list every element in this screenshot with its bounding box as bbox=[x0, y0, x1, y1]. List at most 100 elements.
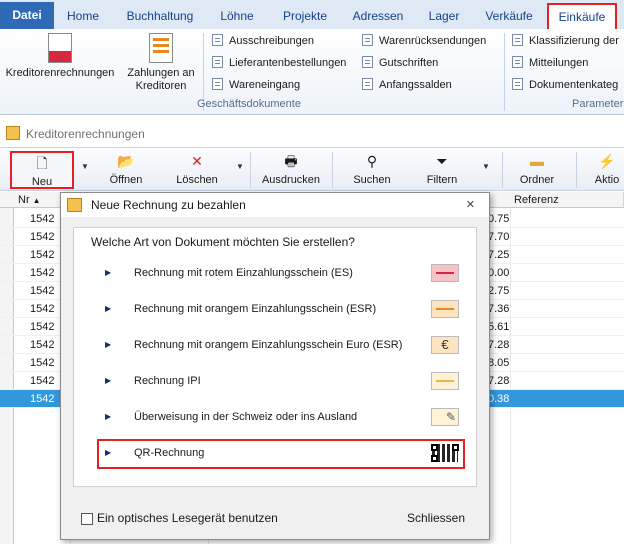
arrow-right-icon: ▶ bbox=[105, 304, 112, 313]
tab-einkaeufe[interactable]: Einkäufe bbox=[547, 3, 617, 31]
row-nr: 1542 bbox=[30, 303, 55, 315]
option-transfer[interactable]: ▶ Überweisung in der Schweiz oder ins Au… bbox=[97, 403, 465, 433]
print-button[interactable]: 🖶 Ausdrucken bbox=[258, 151, 324, 189]
row-amount: 2.75 bbox=[488, 285, 510, 297]
mitteilungen-button[interactable]: Mitteilungen bbox=[512, 53, 588, 73]
option-euro-slip[interactable]: ▶ Rechnung mit orangem Einzahlungsschein… bbox=[97, 331, 465, 361]
dokumentenkategorien-button[interactable]: Dokumentenkateg bbox=[512, 75, 618, 95]
filter-button[interactable]: ⏷ Filtern bbox=[416, 151, 468, 189]
open-button[interactable]: 📂 Öffnen bbox=[100, 151, 152, 189]
gutschriften-label: Gutschriften bbox=[379, 57, 439, 69]
tab-buchhaltung[interactable]: Buchhaltung bbox=[118, 4, 202, 28]
wareneingang-label: Wareneingang bbox=[229, 79, 301, 91]
wareneingang-button[interactable]: Wareneingang bbox=[212, 75, 300, 95]
payment-document-icon bbox=[149, 33, 173, 63]
row-amount: 7.36 bbox=[488, 303, 510, 315]
filter-icon: ⏷ bbox=[436, 153, 448, 169]
optical-reader-label: Ein optisches Lesegerät benutzen bbox=[97, 511, 278, 525]
dialog-close-icon[interactable]: ✕ bbox=[466, 193, 475, 217]
close-button[interactable]: Schliessen bbox=[407, 511, 465, 525]
warenruecksendungen-button[interactable]: Warenrücksendungen bbox=[362, 31, 486, 51]
anfangssalden-button[interactable]: Anfangssalden bbox=[362, 75, 452, 95]
row-amount: 0.75 bbox=[488, 213, 510, 225]
arrow-right-icon: ▶ bbox=[105, 376, 112, 385]
arrow-right-icon: ▶ bbox=[105, 340, 112, 349]
group-label-parameter: Parameter bbox=[572, 98, 624, 110]
kreditorenrechnungen-label: Kreditorenrechnungen bbox=[5, 67, 115, 79]
warenruecksendungen-label: Warenrücksendungen bbox=[379, 35, 487, 47]
euro-slip-icon bbox=[431, 336, 459, 354]
new-button[interactable]: 🗋 Neu bbox=[10, 151, 74, 189]
transfer-slip-icon bbox=[431, 408, 459, 426]
option-ipi[interactable]: ▶ Rechnung IPI bbox=[97, 367, 465, 397]
optical-reader-checkbox[interactable] bbox=[81, 513, 93, 525]
folder-icon: ▬ bbox=[530, 153, 544, 169]
new-dropdown-icon[interactable]: ▼ bbox=[81, 162, 89, 171]
ribbon-tabbar: Datei Home Buchhaltung Löhne Projekte Ad… bbox=[0, 0, 624, 31]
row-amount: 5.61 bbox=[488, 321, 510, 333]
document-icon bbox=[512, 34, 523, 46]
option-orange-slip[interactable]: ▶ Rechnung mit orangem Einzahlungsschein… bbox=[97, 295, 465, 325]
folder-button[interactable]: ▬ Ordner bbox=[512, 151, 562, 189]
zahlungen-label: Zahlungen an Kreditoren bbox=[127, 67, 195, 92]
pane-title: Kreditorenrechnungen bbox=[26, 127, 145, 141]
tab-lager[interactable]: Lager bbox=[420, 4, 468, 28]
lieferantenbestellungen-button[interactable]: Lieferantenbestellungen bbox=[212, 53, 346, 73]
new-label: Neu bbox=[31, 176, 53, 188]
document-icon bbox=[512, 78, 523, 90]
option-label: Rechnung mit rotem Einzahlungsschein (ES… bbox=[134, 267, 353, 279]
tab-loehne[interactable]: Löhne bbox=[212, 4, 262, 28]
printer-icon: 🖶 bbox=[284, 153, 298, 169]
arrow-right-icon: ▶ bbox=[105, 412, 112, 421]
row-amount: 7.25 bbox=[488, 249, 510, 261]
lightning-icon: ⚡ bbox=[598, 153, 616, 169]
qr-code-icon bbox=[431, 444, 459, 462]
arrow-right-icon: ▶ bbox=[105, 268, 112, 277]
arrow-right-icon: ▶ bbox=[105, 448, 112, 457]
option-label: Rechnung IPI bbox=[134, 375, 201, 387]
tab-home[interactable]: Home bbox=[60, 4, 106, 28]
tab-adressen[interactable]: Adressen bbox=[348, 4, 408, 28]
anfangssalden-label: Anfangssalden bbox=[379, 79, 452, 91]
toolbar-separator bbox=[332, 152, 333, 188]
binoculars-icon: ⚲ bbox=[366, 153, 378, 169]
folder-label: Ordner bbox=[519, 174, 555, 186]
klassifizierung-label: Klassifizierung der bbox=[529, 35, 619, 47]
dialog-question: Welche Art von Dokument möchten Sie erst… bbox=[91, 235, 355, 249]
filter-dropdown-icon[interactable]: ▼ bbox=[482, 162, 490, 171]
klassifizierung-button[interactable]: Klassifizierung der bbox=[512, 31, 619, 51]
row-nr: 1542 bbox=[30, 213, 55, 225]
search-label: Suchen bbox=[353, 174, 391, 186]
toolbar-separator bbox=[576, 152, 577, 188]
tab-datei[interactable]: Datei bbox=[0, 2, 54, 29]
delete-button[interactable]: ✕ Löschen bbox=[168, 151, 226, 189]
tab-projekte[interactable]: Projekte bbox=[274, 4, 336, 28]
document-icon bbox=[362, 34, 373, 46]
ausschreibungen-button[interactable]: Ausschreibungen bbox=[212, 31, 314, 51]
orange-slip-icon bbox=[431, 300, 459, 318]
delete-dropdown-icon[interactable]: ▼ bbox=[236, 162, 244, 171]
document-icon bbox=[362, 78, 373, 90]
kreditorenrechnungen-button[interactable]: Kreditorenrechnungen bbox=[2, 33, 118, 80]
row-nr: 1542 bbox=[30, 375, 55, 387]
invoice-red-icon bbox=[48, 33, 72, 63]
actions-button[interactable]: ⚡ Aktio bbox=[590, 151, 624, 189]
option-label: Rechnung mit orangem Einzahlungsschein E… bbox=[134, 339, 403, 351]
zahlungen-an-kreditoren-button[interactable]: Zahlungen an Kreditoren bbox=[122, 33, 200, 93]
option-qr-invoice[interactable]: ▶ QR-Rechnung bbox=[97, 439, 465, 469]
tab-verkaeufe[interactable]: Verkäufe bbox=[478, 4, 540, 28]
column-header-referenz[interactable]: Referenz bbox=[510, 192, 624, 208]
lieferantenbestellungen-label: Lieferantenbestellungen bbox=[229, 57, 347, 69]
option-red-slip[interactable]: ▶ Rechnung mit rotem Einzahlungsschein (… bbox=[97, 259, 465, 289]
document-icon bbox=[212, 34, 223, 46]
search-button[interactable]: ⚲ Suchen bbox=[346, 151, 398, 189]
option-label: Überweisung in der Schweiz oder ins Ausl… bbox=[134, 411, 358, 423]
row-nr: 1542 bbox=[30, 285, 55, 297]
dialog-title: Neue Rechnung zu bezahlen bbox=[91, 198, 246, 212]
row-nr: 1542 bbox=[30, 393, 55, 405]
document-icon bbox=[212, 56, 223, 68]
gutschriften-button[interactable]: Gutschriften bbox=[362, 53, 438, 73]
ipi-slip-icon bbox=[431, 372, 459, 390]
print-label: Ausdrucken bbox=[261, 174, 321, 186]
row-nr: 1542 bbox=[30, 357, 55, 369]
